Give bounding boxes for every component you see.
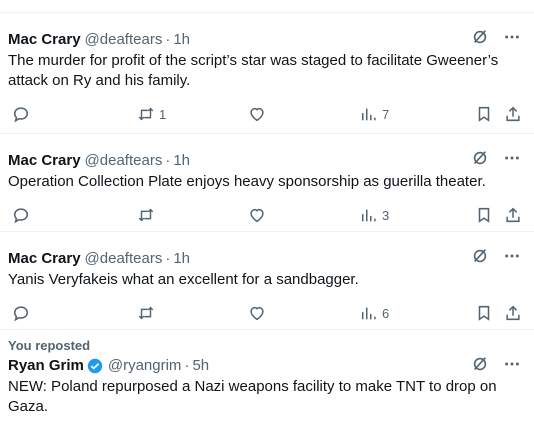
separator-dot: · <box>165 152 171 169</box>
views-button[interactable]: 3 <box>360 206 389 224</box>
retweet-icon <box>138 208 154 222</box>
tweet-time[interactable]: 1h <box>173 249 190 269</box>
tweet-actions: 6 <box>8 296 522 330</box>
reposted-tweet[interactable]: You reposted Ryan Grim @ryangrim · 5h NE… <box>0 330 534 417</box>
tweet-actions: 1 7 <box>8 97 522 131</box>
tweet-header: Mac Crary @deaftears · 1h <box>8 249 522 269</box>
like-button[interactable] <box>248 105 266 123</box>
tweet-time[interactable]: 5h <box>192 356 209 376</box>
header-actions <box>470 27 522 47</box>
separator-dot: · <box>165 31 171 48</box>
views-icon <box>361 108 376 121</box>
grok-icon[interactable] <box>470 246 490 266</box>
bookmark-button[interactable] <box>475 304 493 322</box>
tweet-text: Operation Collection Plate enjoys heavy … <box>8 173 486 190</box>
grok-icon[interactable] <box>470 27 490 47</box>
reply-button[interactable] <box>12 304 30 322</box>
tweet-header: Ryan Grim @ryangrim · 5h <box>8 356 522 376</box>
reply-icon <box>13 306 29 322</box>
author-handle[interactable]: @deaftears <box>85 151 163 171</box>
tweet[interactable]: Mac Crary @deaftears · 1h Yanis Veryfake… <box>0 232 534 330</box>
more-options-icon[interactable] <box>502 246 522 266</box>
views-count: 3 <box>382 207 390 223</box>
header-actions <box>470 246 522 266</box>
retweet-button[interactable] <box>137 304 155 322</box>
tweet-header: Mac Crary @deaftears · 1h <box>8 30 522 50</box>
header-actions <box>470 148 522 168</box>
author-name[interactable]: Mac Crary <box>8 151 81 171</box>
views-count: 7 <box>382 106 390 122</box>
like-button[interactable] <box>248 304 266 322</box>
header-actions <box>470 354 522 374</box>
tweet-time[interactable]: 1h <box>173 30 190 50</box>
author-name[interactable]: Ryan Grim <box>8 356 84 376</box>
bookmark-button[interactable] <box>475 105 493 123</box>
grok-icon[interactable] <box>470 354 490 374</box>
views-button[interactable]: 6 <box>360 304 389 322</box>
timeline-feed: Mac Crary @deaftears · 1h The murder for… <box>0 0 534 435</box>
retweet-button[interactable] <box>137 206 155 224</box>
retweet-icon <box>138 107 154 121</box>
views-button[interactable]: 7 <box>360 105 389 123</box>
author-handle[interactable]: @deaftears <box>85 30 163 50</box>
tweet-header: Mac Crary @deaftears · 1h <box>8 151 522 171</box>
tweet[interactable]: Mac Crary @deaftears · 1h The murder for… <box>0 13 534 134</box>
tweet-time[interactable]: 1h <box>173 151 190 171</box>
reply-button[interactable] <box>12 105 30 123</box>
verified-badge-icon <box>86 357 104 375</box>
tweet-text: The murder for profit of the script’s st… <box>8 52 503 89</box>
reply-icon <box>13 107 29 123</box>
share-button[interactable] <box>504 105 522 123</box>
more-options-icon[interactable] <box>502 27 522 47</box>
more-options-icon[interactable] <box>502 148 522 168</box>
author-name[interactable]: Mac Crary <box>8 249 81 269</box>
bookmark-icon <box>478 305 490 321</box>
tweet[interactable]: Mac Crary @deaftears · 1h Operation Coll… <box>0 134 534 232</box>
share-icon <box>506 106 520 122</box>
retweet-button[interactable]: 1 <box>137 105 166 123</box>
reply-icon <box>13 208 29 224</box>
tweet-actions: 3 <box>8 198 522 232</box>
reply-button[interactable] <box>12 206 30 224</box>
separator-dot: · <box>184 357 190 374</box>
tweet-text: NEW: Poland repurposed a Nazi weapons fa… <box>8 378 501 415</box>
views-icon <box>361 307 376 320</box>
share-icon <box>506 207 520 223</box>
share-icon <box>506 305 520 321</box>
heart-icon <box>250 107 264 122</box>
grok-icon[interactable] <box>470 148 490 168</box>
author-name[interactable]: Mac Crary <box>8 30 81 50</box>
more-options-icon[interactable] <box>502 354 522 374</box>
tweet-text: Yanis Veryfakeis what an excellent for a… <box>8 271 359 288</box>
share-button[interactable] <box>504 304 522 322</box>
separator-dot: · <box>165 250 171 267</box>
bookmark-icon <box>478 207 490 223</box>
retweet-icon <box>138 306 154 320</box>
views-icon <box>361 209 376 222</box>
views-count: 6 <box>382 305 390 321</box>
bookmark-icon <box>478 106 490 122</box>
like-button[interactable] <box>248 206 266 224</box>
author-handle[interactable]: @ryangrim <box>108 356 182 376</box>
retweet-count: 1 <box>159 106 167 122</box>
share-button[interactable] <box>504 206 522 224</box>
heart-icon <box>250 208 264 223</box>
author-handle[interactable]: @deaftears <box>85 249 163 269</box>
bookmark-button[interactable] <box>475 206 493 224</box>
heart-icon <box>250 306 264 321</box>
top-divider <box>0 0 534 13</box>
repost-label: You reposted <box>8 338 91 353</box>
